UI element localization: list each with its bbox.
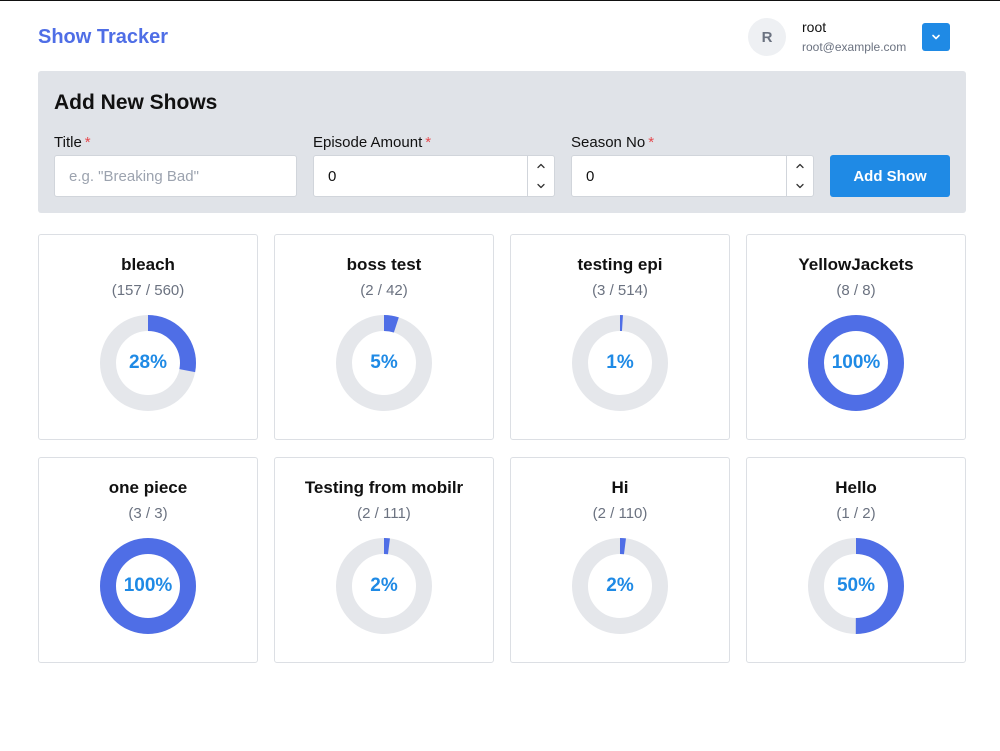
- episode-count: (2 / 111): [357, 505, 411, 522]
- decrement-button[interactable]: [528, 176, 554, 196]
- show-title: Testing from mobilr: [304, 478, 464, 497]
- panel-title: Add New Shows: [54, 91, 218, 114]
- show-card[interactable]: Hi (2 / 110) 2%: [510, 457, 730, 663]
- show-card[interactable]: testing epi (3 / 514) 1%: [510, 234, 730, 440]
- title-label-text: Title: [54, 134, 82, 151]
- episode-count: (1 / 2): [836, 505, 876, 522]
- episode-count: (8 / 8): [836, 282, 876, 299]
- decrement-button[interactable]: [787, 176, 813, 196]
- season-no-label: Season No *: [571, 134, 654, 151]
- show-title: bleach: [121, 255, 175, 274]
- show-card[interactable]: one piece (3 / 3) 100%: [38, 457, 258, 663]
- progress-percent: 1%: [606, 352, 634, 373]
- episode-amount-value[interactable]: 0: [328, 168, 336, 185]
- user-menu-button[interactable]: [922, 23, 950, 51]
- show-card[interactable]: YellowJackets (8 / 8) 100%: [746, 234, 966, 440]
- show-title: one piece: [108, 478, 188, 497]
- user-email: root@example.com: [802, 40, 907, 54]
- required-mark: *: [648, 134, 655, 151]
- progress-percent: 100%: [123, 575, 173, 596]
- show-title: Hello: [835, 478, 877, 497]
- episode-count: (3 / 3): [128, 505, 168, 522]
- show-card[interactable]: Hello (1 / 2) 50%: [746, 457, 966, 663]
- progress-percent: 50%: [836, 575, 876, 596]
- app-title[interactable]: Show Tracker: [38, 26, 168, 49]
- episode-amount-stepper[interactable]: [527, 156, 554, 196]
- progress-percent: 100%: [831, 352, 881, 373]
- episode-amount-label: Episode Amount *: [313, 134, 431, 151]
- show-title: YellowJackets: [798, 255, 914, 274]
- show-grid: bleach (157 / 560) 28% boss test (2 / 42) 5% t…: [38, 234, 966, 664]
- chevron-down-icon: [537, 183, 545, 189]
- header: Show Tracker R root root@example.com: [0, 1, 1000, 71]
- avatar[interactable]: R: [748, 18, 786, 56]
- required-mark: *: [425, 134, 432, 151]
- progress-percent: 5%: [370, 352, 398, 373]
- episode-count: (2 / 110): [592, 505, 648, 522]
- season-no-label-text: Season No: [571, 134, 646, 151]
- season-no-input[interactable]: 0: [571, 155, 814, 197]
- progress-percent: 2%: [370, 575, 398, 596]
- show-card[interactable]: boss test (2 / 42) 5%: [274, 234, 494, 440]
- show-card[interactable]: Testing from mobilr (2 / 111) 2%: [274, 457, 494, 663]
- increment-button[interactable]: [528, 156, 554, 176]
- required-mark: *: [84, 134, 91, 151]
- title-label: Title *: [54, 134, 91, 151]
- progress-percent: 28%: [128, 352, 168, 373]
- progress-percent: 2%: [606, 575, 634, 596]
- user-name: root: [802, 19, 827, 35]
- season-no-stepper[interactable]: [786, 156, 813, 196]
- show-title: testing epi: [577, 255, 663, 274]
- add-show-button[interactable]: Add Show: [830, 155, 950, 197]
- title-input[interactable]: [54, 155, 297, 197]
- chevron-up-icon: [796, 163, 804, 169]
- chevron-down-icon: [796, 183, 804, 189]
- episode-count: (3 / 514): [592, 282, 648, 299]
- episode-count: (2 / 42): [360, 282, 408, 299]
- increment-button[interactable]: [787, 156, 813, 176]
- episode-amount-label-text: Episode Amount: [313, 134, 423, 151]
- show-title: Hi: [611, 478, 629, 497]
- add-show-panel: Add New Shows Title* Episode Amount* 0 S…: [38, 71, 966, 213]
- chevron-up-icon: [537, 163, 545, 169]
- episode-count: (157 / 560): [111, 282, 185, 299]
- show-title: boss test: [346, 255, 422, 274]
- season-no-value[interactable]: 0: [586, 168, 594, 185]
- chevron-down-icon: [932, 34, 940, 40]
- show-card[interactable]: bleach (157 / 560) 28%: [38, 234, 258, 440]
- episode-amount-input[interactable]: 0: [313, 155, 555, 197]
